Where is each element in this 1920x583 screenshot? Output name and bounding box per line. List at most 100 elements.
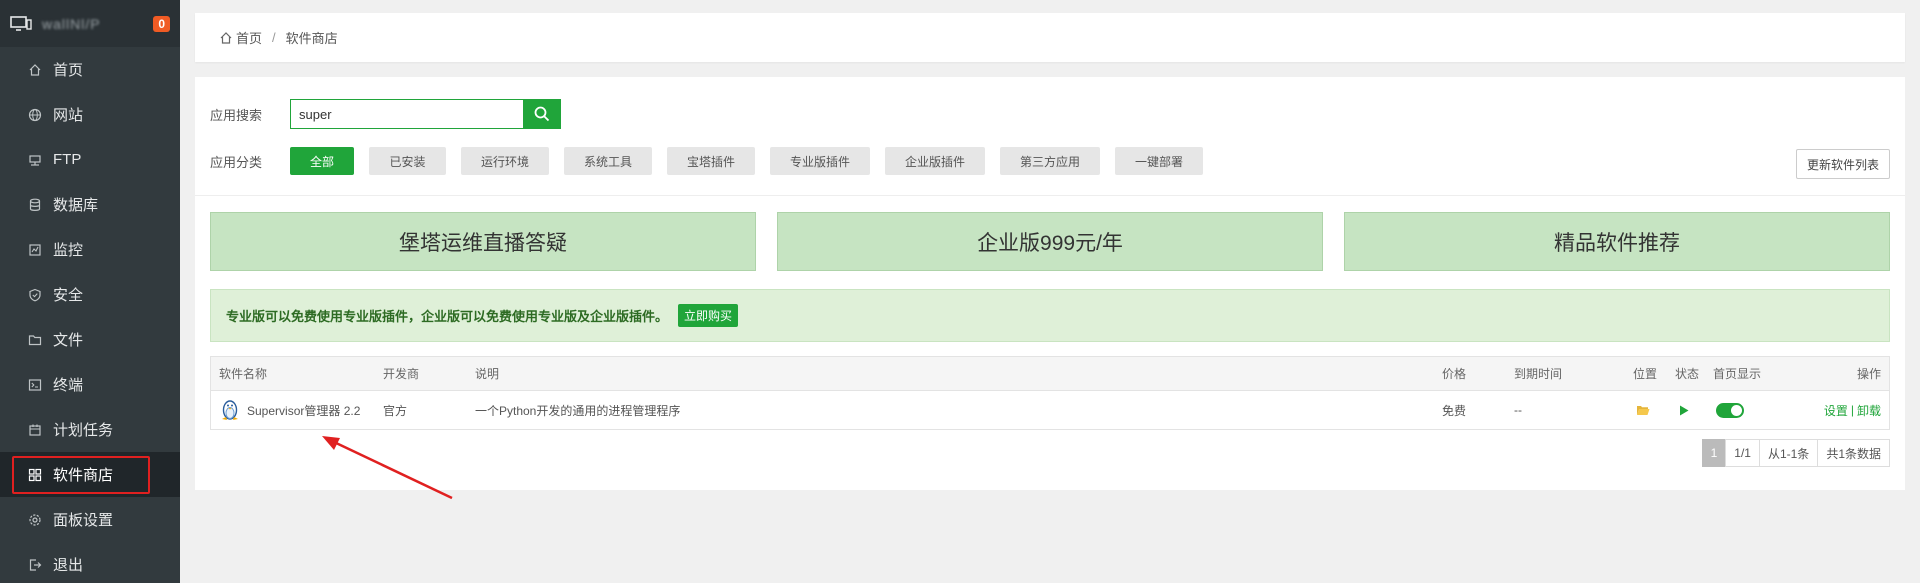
page-count: 1/1 (1725, 439, 1760, 467)
sidebar-item-label: 监控 (53, 242, 84, 259)
software-table: 软件名称 开发商 说明 价格 到期时间 位置 状态 首页显示 操作 Superv… (210, 356, 1890, 430)
globe-icon (27, 107, 43, 123)
store-panel: 应用搜索 应用分类 全部 已安装 运行环境 系统工具 宝塔插件 专业版插件 企业… (195, 77, 1905, 490)
col-status: 状态 (1675, 367, 1700, 381)
pagination: 1 1/1 从1-1条 共1条数据 (1701, 439, 1890, 467)
home-icon (27, 62, 43, 78)
col-operations: 操作 (1856, 367, 1881, 381)
breadcrumb-separator: / (272, 30, 276, 45)
calendar-icon (27, 422, 43, 438)
developer-cell: 官方 (383, 403, 408, 418)
server-name[interactable]: wallNl/P (42, 16, 153, 32)
ops-separator: | (1850, 403, 1854, 417)
home-icon (220, 31, 232, 44)
sidebar-item-label: 网站 (53, 107, 84, 124)
settings-link[interactable]: 设置 (1824, 402, 1848, 419)
col-home-display: 首页显示 (1713, 367, 1762, 381)
sidebar-item-label: 退出 (53, 557, 84, 574)
sidebar-item-label: FTP (53, 151, 82, 168)
sidebar-item-label: 数据库 (53, 197, 99, 214)
breadcrumb-current: 软件商店 (285, 31, 338, 46)
search-label: 应用搜索 (210, 107, 263, 123)
sidebar-item-label: 计划任务 (53, 422, 114, 439)
table-row: Supervisor管理器 2.2 官方 一个Python开发的通用的进程管理程… (211, 391, 1889, 429)
software-name-cell[interactable]: Supervisor管理器 2.2 (219, 391, 360, 429)
breadcrumb: 首页 / 软件商店 (195, 13, 1905, 62)
banner-row: 堡塔运维直播答疑 企业版999元/年 精品软件推荐 (210, 212, 1890, 271)
category-one-click-deploy[interactable]: 一键部署 (1115, 147, 1203, 175)
col-expire: 到期时间 (1514, 367, 1563, 381)
sidebar-item-label: 面板设置 (53, 512, 114, 529)
sidebar-item-monitor[interactable]: 监控 (0, 227, 180, 272)
sidebar-item-database[interactable]: 数据库 (0, 182, 180, 227)
sidebar-item-ftp[interactable]: FTP (0, 137, 180, 182)
sidebar-item-terminal[interactable]: 终端 (0, 362, 180, 407)
sidebar-item-logout[interactable]: 退出 (0, 542, 180, 583)
notice-text: 专业版可以免费使用专业版插件，企业版可以免费使用专业版及企业版插件。 (226, 309, 669, 324)
category-runtime[interactable]: 运行环境 (461, 147, 549, 175)
search-button[interactable] (523, 99, 561, 129)
sidebar: wallNl/P 0 首页 网站 FTP 数据库 监控 安全 文件 终端 计划任… (0, 0, 180, 583)
search-input[interactable] (290, 99, 523, 129)
ftp-icon (27, 152, 43, 168)
category-all[interactable]: 全部 (290, 147, 354, 175)
category-installed[interactable]: 已安装 (369, 147, 446, 175)
play-status-button[interactable] (1679, 391, 1689, 429)
expire-cell: -- (1514, 403, 1522, 417)
operations-cell: 设置 | 卸载 (1824, 391, 1881, 429)
sidebar-item-label: 安全 (53, 287, 84, 304)
terminal-icon (27, 377, 43, 393)
software-name: Supervisor管理器 2.2 (247, 403, 361, 418)
search-row: 应用搜索 (210, 99, 561, 129)
sidebar-item-app-store[interactable]: 软件商店 (0, 452, 180, 497)
col-developer: 开发商 (383, 367, 420, 381)
folder-icon (27, 332, 43, 348)
pro-notice: 专业版可以免费使用专业版插件，企业版可以免费使用专业版及企业版插件。 立即购买 (210, 289, 1890, 342)
folder-open-icon (1637, 406, 1650, 415)
banner-live-qa[interactable]: 堡塔运维直播答疑 (210, 212, 756, 271)
main-content: 首页 / 软件商店 应用搜索 应用分类 全部 已安装 运行环境 系统工具 宝塔插… (195, 13, 1905, 490)
shield-icon (27, 287, 43, 303)
page-current[interactable]: 1 (1701, 439, 1727, 467)
col-name: 软件名称 (219, 367, 268, 381)
monitor-chart-icon (27, 242, 43, 258)
home-display-toggle[interactable] (1716, 391, 1744, 429)
sidebar-item-cron[interactable]: 计划任务 (0, 407, 180, 452)
sidebar-item-website[interactable]: 网站 (0, 92, 180, 137)
logout-icon (27, 557, 43, 573)
col-description: 说明 (475, 367, 500, 381)
sidebar-menu: 首页 网站 FTP 数据库 监控 安全 文件 终端 计划任务 软件商店 面板设置… (0, 47, 180, 583)
banner-recommended[interactable]: 精品软件推荐 (1344, 212, 1890, 271)
category-enterprise-plugins[interactable]: 企业版插件 (885, 147, 985, 175)
grid-icon (27, 467, 43, 483)
divider (195, 195, 1905, 196)
sidebar-item-panel-settings[interactable]: 面板设置 (0, 497, 180, 542)
toggle-switch[interactable] (1716, 402, 1744, 418)
category-system-tools[interactable]: 系统工具 (564, 147, 652, 175)
uninstall-link[interactable]: 卸载 (1857, 402, 1881, 419)
sidebar-item-label: 文件 (53, 332, 84, 349)
gear-icon (27, 512, 43, 528)
buy-now-button[interactable]: 立即购买 (678, 304, 739, 327)
sidebar-item-security[interactable]: 安全 (0, 272, 180, 317)
monitor-icon (10, 15, 32, 31)
notification-badge[interactable]: 0 (153, 15, 170, 32)
description-cell: 一个Python开发的通用的进程管理程序 (475, 403, 681, 418)
banner-enterprise[interactable]: 企业版999元/年 (777, 212, 1323, 271)
category-label: 应用分类 (210, 154, 263, 170)
sidebar-item-label: 终端 (53, 377, 84, 394)
play-icon (1680, 405, 1689, 415)
sidebar-item-files[interactable]: 文件 (0, 317, 180, 362)
page-total: 共1条数据 (1817, 439, 1890, 467)
breadcrumb-home-link[interactable]: 首页 (236, 28, 262, 47)
category-third-party[interactable]: 第三方应用 (1000, 147, 1100, 175)
sidebar-header: wallNl/P 0 (0, 0, 180, 47)
category-bt-plugins[interactable]: 宝塔插件 (667, 147, 755, 175)
open-folder-button[interactable] (1636, 391, 1650, 429)
sidebar-item-home[interactable]: 首页 (0, 47, 180, 92)
price-cell: 免费 (1442, 403, 1467, 418)
sidebar-item-label: 首页 (53, 62, 84, 79)
update-software-list-button[interactable]: 更新软件列表 (1795, 149, 1890, 179)
table-header: 软件名称 开发商 说明 价格 到期时间 位置 状态 首页显示 操作 (211, 357, 1889, 391)
category-pro-plugins[interactable]: 专业版插件 (770, 147, 870, 175)
